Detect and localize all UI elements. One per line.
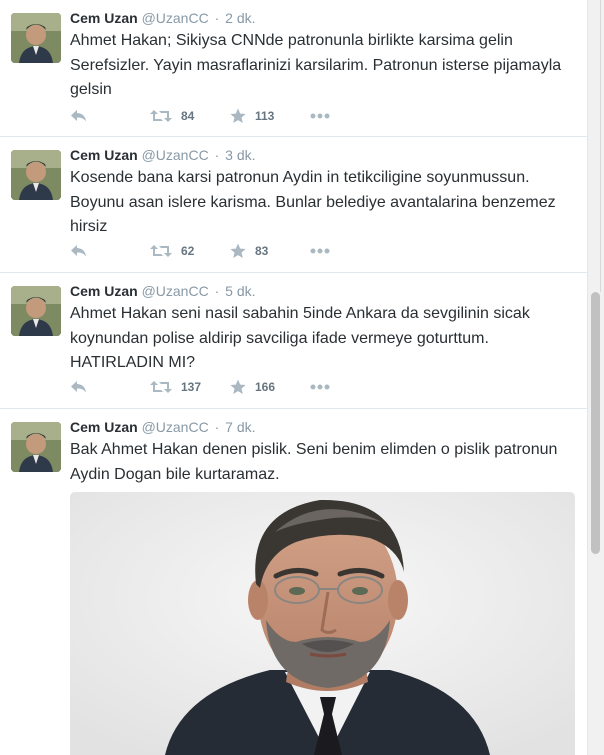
reply-button[interactable] <box>70 241 88 261</box>
tweet-header: Cem Uzan @UzanCC · 5 dk. <box>70 282 256 300</box>
favorite-button[interactable]: 166 <box>230 377 275 397</box>
favorite-count: 113 <box>255 109 275 123</box>
tweet-text: Ahmet Hakan seni nasil sabahin 5inde Ank… <box>70 305 530 371</box>
fullname[interactable]: Cem Uzan <box>70 419 138 435</box>
tweet-header: Cem Uzan @UzanCC · 7 dk. <box>70 418 256 436</box>
retweet-count: 84 <box>181 109 195 123</box>
star-icon <box>230 243 246 259</box>
retweet-button[interactable]: 62 <box>150 241 194 261</box>
more-icon <box>310 248 330 254</box>
avatar[interactable] <box>11 150 61 200</box>
separator: · <box>214 10 220 26</box>
timestamp[interactable]: 7 dk. <box>225 419 255 435</box>
reply-button[interactable] <box>70 377 88 397</box>
timestamp[interactable]: 3 dk. <box>225 147 255 163</box>
tweet[interactable]: Cem Uzan @UzanCC · 5 dk. Ahmet Hakan sen… <box>0 273 588 409</box>
star-icon <box>230 108 246 124</box>
reply-icon <box>70 244 88 258</box>
more-button[interactable] <box>310 106 330 126</box>
scroll-track <box>592 0 601 292</box>
retweet-icon <box>150 244 172 258</box>
more-icon <box>310 113 330 119</box>
tweet[interactable]: Cem Uzan @UzanCC · 3 dk. Kosende bana ka… <box>0 137 588 273</box>
avatar[interactable] <box>11 13 61 63</box>
tweet-text: Bak Ahmet Hakan denen pislik. Seni benim… <box>70 441 558 483</box>
favorite-button[interactable]: 113 <box>230 106 274 126</box>
tweet-header: Cem Uzan @UzanCC · 3 dk. <box>70 146 256 164</box>
tweet-text: Ahmet Hakan; Sikiysa CNNde patronunla bi… <box>70 32 562 98</box>
reply-icon <box>70 109 88 123</box>
tweet-photo[interactable] <box>70 492 575 755</box>
more-button[interactable] <box>310 377 330 397</box>
more-icon <box>310 384 330 390</box>
retweet-icon <box>150 380 172 394</box>
retweet-button[interactable]: 84 <box>150 106 194 126</box>
reply-button[interactable] <box>70 106 88 126</box>
username[interactable]: @UzanCC <box>142 283 209 299</box>
reply-icon <box>70 380 88 394</box>
retweet-count: 62 <box>181 244 195 258</box>
favorite-button[interactable]: 83 <box>230 241 268 261</box>
timestamp[interactable]: 5 dk. <box>225 283 255 299</box>
avatar[interactable] <box>11 422 61 472</box>
separator: · <box>214 147 220 163</box>
username[interactable]: @UzanCC <box>142 419 209 435</box>
fullname[interactable]: Cem Uzan <box>70 147 138 163</box>
fullname[interactable]: Cem Uzan <box>70 283 138 299</box>
tweet[interactable]: Cem Uzan @UzanCC · 2 dk. Ahmet Hakan; Si… <box>0 0 588 137</box>
more-button[interactable] <box>310 241 330 261</box>
retweet-count: 137 <box>181 380 202 394</box>
fullname[interactable]: Cem Uzan <box>70 10 138 26</box>
username[interactable]: @UzanCC <box>142 10 209 26</box>
separator: · <box>214 419 220 435</box>
username[interactable]: @UzanCC <box>142 147 209 163</box>
retweet-icon <box>150 109 172 123</box>
favorite-count: 166 <box>255 380 276 394</box>
timeline: Cem Uzan @UzanCC · 2 dk. Ahmet Hakan; Si… <box>0 0 588 755</box>
tweet-header: Cem Uzan @UzanCC · 2 dk. <box>70 9 256 27</box>
retweet-button[interactable]: 137 <box>150 377 201 397</box>
avatar[interactable] <box>11 286 61 336</box>
tweet-text: Kosende bana karsi patronun Aydin in tet… <box>70 169 556 235</box>
star-icon <box>230 379 246 395</box>
scrollbar[interactable] <box>587 0 604 755</box>
timestamp[interactable]: 2 dk. <box>225 10 255 26</box>
favorite-count: 83 <box>255 244 269 258</box>
separator: · <box>214 283 220 299</box>
portrait-image <box>70 492 575 755</box>
scroll-thumb[interactable] <box>591 292 600 554</box>
